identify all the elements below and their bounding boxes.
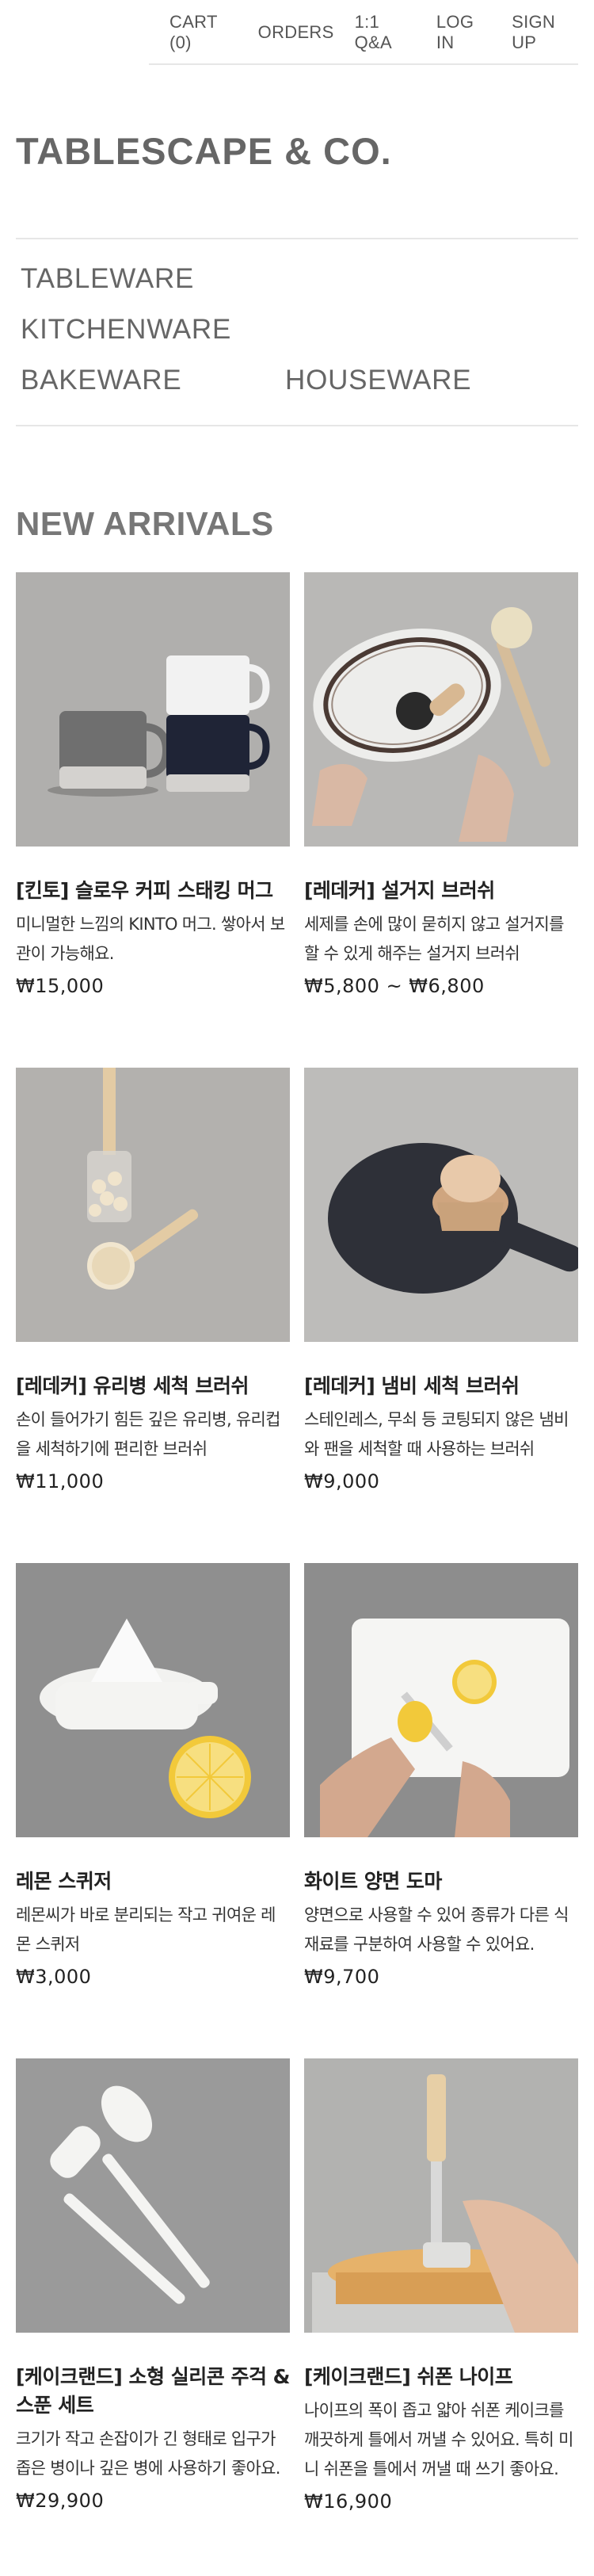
stacking-mugs-image[interactable]	[16, 572, 290, 847]
top-navigation: CART (0) ORDERS 1:1 Q&A LOG IN SIGN UP	[149, 0, 578, 65]
product-price: ₩9,700	[304, 1966, 380, 1988]
section-title: NEW ARRIVALS	[16, 505, 274, 542]
product-card[interactable]: [레데커] 냄비 세척 브러쉬 스테인레스, 무쇠 등 코팅되지 않은 냄비와 …	[304, 1068, 578, 1563]
product-description: 나이프의 폭이 좁고 얇아 쉬폰 케이크를 깨끗하게 틀에서 꺼낼 수 있어요.…	[304, 2401, 573, 2479]
category-houseware[interactable]: HOUSEWARE	[285, 365, 471, 396]
product-price: ₩9,000	[304, 1470, 380, 1492]
signup-link[interactable]: SIGN UP	[512, 12, 578, 53]
product-title[interactable]: 화이트 양면 도마	[304, 1867, 578, 1896]
product-title[interactable]: [케이크랜드] 소형 실리콘 주걱 & 스푼 세트	[16, 2363, 290, 2420]
product-grid: [킨토] 슬로우 커피 스태킹 머그 미니멀한 느낌의 KINTO 머그. 쌓아…	[16, 572, 578, 2554]
product-card[interactable]: 화이트 양면 도마 양면으로 사용할 수 있어 종류가 다른 식재료를 구분하여…	[304, 1563, 578, 2058]
silicone-spatula-image[interactable]	[16, 2058, 290, 2333]
product-description: 세제를 손에 많이 묻히지 않고 설거지를 할 수 있게 해주는 설거지 브러쉬	[304, 915, 564, 963]
qa-link[interactable]: 1:1 Q&A	[355, 12, 416, 53]
product-card[interactable]: [킨토] 슬로우 커피 스태킹 머그 미니멀한 느낌의 KINTO 머그. 쌓아…	[16, 572, 290, 1068]
product-description: 스테인레스, 무쇠 등 코팅되지 않은 냄비와 팬을 세척할 때 사용하는 브러…	[304, 1410, 569, 1458]
login-link[interactable]: LOG IN	[436, 12, 491, 53]
bottle-brush-image[interactable]	[16, 1068, 290, 1342]
category-bakeware[interactable]: BAKEWARE	[21, 365, 181, 396]
product-card[interactable]: [레데커] 설거지 브러쉬 세제를 손에 많이 묻히지 않고 설거지를 할 수 …	[304, 572, 578, 1068]
product-card[interactable]: [케이크랜드] 쉬폰 나이프 나이프의 폭이 좁고 얇아 쉬폰 케이크를 깨끗하…	[304, 2058, 578, 2554]
orders-link[interactable]: ORDERS	[258, 22, 334, 43]
product-description: 레몬씨가 바로 분리되는 작고 귀여운 레몬 스퀴저	[16, 1905, 276, 1954]
product-title[interactable]: [레데커] 유리병 세척 브러쉬	[16, 1372, 290, 1401]
product-title[interactable]: 레몬 스퀴저	[16, 1867, 290, 1896]
lemon-squeezer-image[interactable]	[16, 1563, 290, 1837]
product-card[interactable]: [레데커] 유리병 세척 브러쉬 손이 들어가기 힘든 깊은 유리병, 유리컵을…	[16, 1068, 290, 1563]
product-title[interactable]: [킨토] 슬로우 커피 스태킹 머그	[16, 877, 290, 905]
product-title[interactable]: [레데커] 설거지 브러쉬	[304, 877, 578, 905]
dish-brush-image[interactable]	[304, 572, 578, 847]
product-card[interactable]: 레몬 스퀴저 레몬씨가 바로 분리되는 작고 귀여운 레몬 스퀴저 ₩3,000	[16, 1563, 290, 2058]
product-price: ₩5,800 ~ ₩6,800	[304, 975, 485, 997]
cart-link[interactable]: CART (0)	[169, 12, 238, 53]
product-price: ₩29,900	[16, 2490, 105, 2512]
product-description: 손이 들어가기 힘든 깊은 유리병, 유리컵을 세척하기에 편리한 브러쉬	[16, 1410, 280, 1458]
product-title[interactable]: [케이크랜드] 쉬폰 나이프	[304, 2363, 578, 2391]
chiffon-knife-image[interactable]	[304, 2058, 578, 2333]
category-kitchenware[interactable]: KITCHENWARE	[21, 314, 231, 346]
product-price: ₩3,000	[16, 1966, 92, 1988]
product-price: ₩16,900	[304, 2490, 393, 2513]
product-description: 크기가 작고 손잡이가 긴 형태로 입구가 좁은 병이나 깊은 병에 사용하기 …	[16, 2429, 280, 2478]
category-tableware[interactable]: TABLEWARE	[21, 263, 194, 295]
product-price: ₩15,000	[16, 975, 105, 997]
product-card[interactable]: [케이크랜드] 소형 실리콘 주걱 & 스푼 세트 크기가 작고 손잡이가 긴 …	[16, 2058, 290, 2554]
category-navigation: TABLEWARE KITCHENWARE BAKEWARE HOUSEWARE	[16, 238, 578, 426]
product-description: 미니멀한 느낌의 KINTO 머그. 쌓아서 보관이 가능해요.	[16, 915, 285, 963]
pot-brush-image[interactable]	[304, 1068, 578, 1342]
product-description: 양면으로 사용할 수 있어 종류가 다른 식재료를 구분하여 사용할 수 있어요…	[304, 1905, 569, 1954]
brand-logo[interactable]: TABLESCAPE & CO.	[16, 129, 392, 173]
product-price: ₩11,000	[16, 1470, 105, 1492]
cutting-board-image[interactable]	[304, 1563, 578, 1837]
product-title[interactable]: [레데커] 냄비 세척 브러쉬	[304, 1372, 578, 1401]
